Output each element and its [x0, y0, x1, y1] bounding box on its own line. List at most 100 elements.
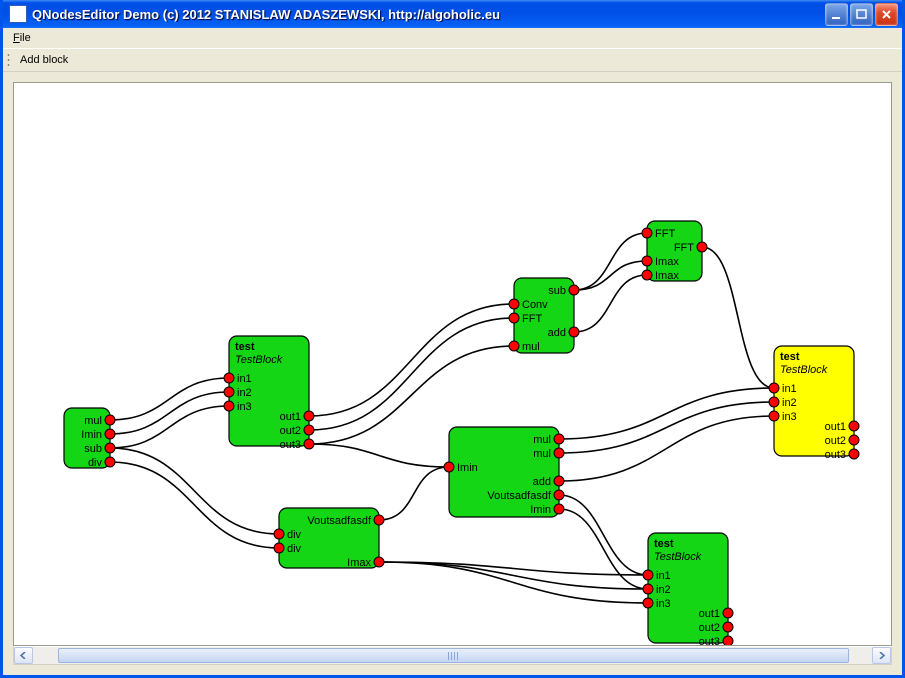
port[interactable] — [274, 543, 284, 553]
port[interactable] — [849, 449, 859, 459]
port[interactable] — [642, 270, 652, 280]
port-label: Imin — [457, 462, 478, 474]
toolbar-grip[interactable] — [7, 53, 10, 67]
close-button[interactable] — [875, 3, 898, 26]
port-label: Imax — [655, 270, 679, 282]
port[interactable] — [224, 401, 234, 411]
node-n2[interactable]: VoutsadfasdfdivdivImax — [274, 508, 384, 569]
port-label: in2 — [237, 387, 252, 399]
connection[interactable] — [559, 416, 774, 481]
port[interactable] — [105, 457, 115, 467]
port-label: out3 — [699, 636, 720, 646]
node-n4[interactable]: subConvFFTaddmul — [509, 278, 579, 353]
port-label: in3 — [782, 411, 797, 423]
connection[interactable] — [559, 495, 648, 575]
port-label: div — [287, 529, 302, 541]
port[interactable] — [444, 462, 454, 472]
minimize-button[interactable] — [825, 3, 848, 26]
connection[interactable] — [379, 562, 648, 589]
port[interactable] — [554, 448, 564, 458]
port-label: sub — [84, 443, 102, 455]
node-n6[interactable]: testTestBlockin1in2in3out1out2out3 — [643, 533, 733, 646]
port[interactable] — [569, 285, 579, 295]
port[interactable] — [374, 515, 384, 525]
port-label: Voutsadfasdf — [487, 490, 552, 502]
port[interactable] — [105, 429, 115, 439]
scroll-track[interactable] — [33, 647, 872, 664]
port[interactable] — [105, 415, 115, 425]
port[interactable] — [769, 411, 779, 421]
connection[interactable] — [559, 388, 774, 439]
port-label: mul — [522, 341, 540, 353]
port[interactable] — [723, 636, 733, 646]
titlebar[interactable]: QNodesEditor Demo (c) 2012 STANISLAW ADA… — [3, 0, 902, 28]
port[interactable] — [374, 557, 384, 567]
port[interactable] — [304, 425, 314, 435]
port-label: add — [548, 327, 566, 339]
connection[interactable] — [559, 402, 774, 453]
node-n1[interactable]: testTestBlockin1in2in3out1out2out3 — [224, 336, 314, 451]
connection[interactable] — [379, 467, 449, 520]
port[interactable] — [509, 299, 519, 309]
graph-svg[interactable]: mulIminsubdivtestTestBlockin1in2in3out1o… — [14, 83, 892, 646]
port[interactable] — [769, 397, 779, 407]
port[interactable] — [554, 504, 564, 514]
node-n7[interactable]: testTestBlockin1in2in3out1out2out3 — [769, 346, 859, 461]
connection[interactable] — [309, 444, 449, 467]
port[interactable] — [105, 443, 115, 453]
scroll-left-button[interactable] — [14, 647, 33, 664]
port[interactable] — [224, 373, 234, 383]
connection[interactable] — [110, 462, 279, 548]
node-n5[interactable]: FFTFFTImaxImax — [642, 221, 707, 282]
port[interactable] — [643, 570, 653, 580]
port[interactable] — [274, 529, 284, 539]
connection[interactable] — [309, 318, 514, 430]
port[interactable] — [554, 476, 564, 486]
node-n0[interactable]: mulIminsubdiv — [64, 408, 115, 469]
connection[interactable] — [110, 448, 279, 534]
port[interactable] — [849, 421, 859, 431]
port[interactable] — [697, 242, 707, 252]
port-label: out2 — [825, 435, 846, 447]
port-label: in2 — [656, 584, 671, 596]
port[interactable] — [554, 490, 564, 500]
node-subtitle: TestBlock — [235, 354, 283, 366]
horizontal-scrollbar[interactable] — [13, 646, 892, 665]
add-block-button[interactable]: Add block — [14, 53, 74, 67]
port[interactable] — [554, 434, 564, 444]
node-canvas[interactable]: mulIminsubdivtestTestBlockin1in2in3out1o… — [13, 82, 892, 646]
port[interactable] — [642, 256, 652, 266]
port-label: out1 — [699, 608, 720, 620]
menu-file[interactable]: File — [7, 31, 37, 45]
port[interactable] — [769, 383, 779, 393]
port[interactable] — [723, 622, 733, 632]
connection[interactable] — [702, 247, 774, 388]
port[interactable] — [509, 313, 519, 323]
port-label: Conv — [522, 299, 548, 311]
port[interactable] — [569, 327, 579, 337]
node-title: test — [780, 351, 800, 363]
connection[interactable] — [574, 261, 647, 290]
client-area: mulIminsubdivtestTestBlockin1in2in3out1o… — [3, 72, 902, 675]
scroll-right-button[interactable] — [872, 647, 891, 664]
port[interactable] — [643, 584, 653, 594]
port[interactable] — [849, 435, 859, 445]
node-n3[interactable]: mulmulIminaddVoutsadfasdfImin — [444, 427, 564, 517]
maximize-button[interactable] — [850, 3, 873, 26]
port[interactable] — [509, 341, 519, 351]
connection[interactable] — [309, 304, 514, 416]
connection[interactable] — [559, 509, 648, 589]
port[interactable] — [304, 411, 314, 421]
toolbar: Add block — [3, 48, 902, 72]
connection[interactable] — [574, 275, 647, 332]
port[interactable] — [643, 598, 653, 608]
port-label: in1 — [237, 373, 252, 385]
port[interactable] — [304, 439, 314, 449]
port-label: Imax — [347, 557, 371, 569]
scroll-thumb[interactable] — [58, 648, 849, 663]
port-label: out3 — [825, 449, 846, 461]
port[interactable] — [224, 387, 234, 397]
port-label: out3 — [280, 439, 301, 451]
port[interactable] — [723, 608, 733, 618]
port[interactable] — [642, 228, 652, 238]
